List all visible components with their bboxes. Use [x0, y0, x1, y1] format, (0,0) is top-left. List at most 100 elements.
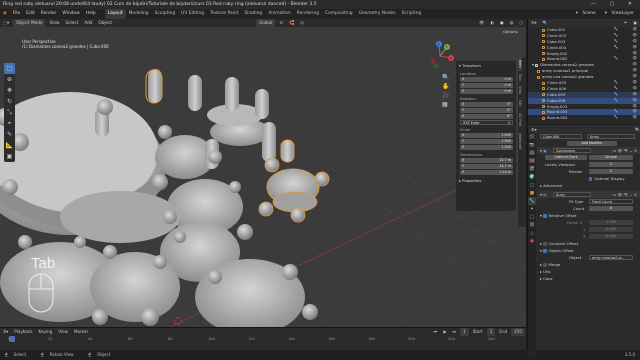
timeline-menu-view[interactable]: View	[55, 328, 71, 336]
transform-header[interactable]: ▾ Transform	[456, 61, 516, 70]
transform-orientation-dropdown[interactable]: Global	[256, 19, 276, 27]
timeline-menu-keying[interactable]: Keying	[36, 328, 56, 336]
constant-offset-checkbox[interactable]	[543, 242, 547, 246]
menu-edit[interactable]: Edit	[23, 9, 38, 19]
annotate-icon[interactable]: ✎	[4, 129, 15, 140]
sidebar-tab-item[interactable]: Item	[518, 57, 522, 71]
location-x-field[interactable]: X 0 m	[460, 77, 513, 82]
rotate-icon[interactable]: ↻	[4, 96, 15, 107]
transform-icon[interactable]: ⌖	[4, 118, 15, 129]
gem-setting-7[interactable]	[60, 191, 180, 243]
location-y-field[interactable]: Y 0 m	[460, 83, 513, 88]
zoom-icon[interactable]: 🔍	[442, 73, 449, 82]
object-tab-icon[interactable]: ■	[528, 189, 536, 197]
physics-tab-icon[interactable]: ◯	[528, 213, 536, 221]
uvs-subpanel[interactable]: ▸ UVs	[537, 268, 640, 275]
sidebar-tab-jewelcraft[interactable]: Jewelcraft	[518, 130, 522, 153]
offset-object-field[interactable]: array coronas2 pr...	[589, 255, 633, 260]
shading-solid-icon[interactable]: ●	[497, 19, 507, 27]
snap-icon[interactable]: 🧲	[286, 19, 297, 27]
render-levels-field[interactable]: 2	[589, 169, 633, 174]
outliner-filter-icon[interactable]: ⏷	[621, 19, 630, 27]
menu-file[interactable]: File	[10, 9, 23, 19]
sidebar-tab-3d-print[interactable]: 3D Print	[518, 110, 522, 130]
object-offset-checkbox[interactable]	[543, 249, 547, 253]
modifier-name-field[interactable]: Array	[587, 134, 635, 139]
workspace-tab-texture-paint[interactable]: Texture Paint	[207, 9, 241, 19]
factor-z-field[interactable]: 0.000	[589, 234, 633, 239]
catmull-clark-button[interactable]: Catmull-Clark	[545, 155, 587, 160]
fit-type-dropdown[interactable]: Fixed Count	[589, 199, 633, 204]
tool-tab-icon[interactable]: 🛠	[528, 133, 536, 141]
workspace-tab-compositing[interactable]: Compositing	[322, 9, 356, 19]
pivot-icon[interactable]: ⊙	[276, 19, 286, 27]
location-z-field[interactable]: Z 0 m	[460, 89, 513, 94]
render-tab-icon[interactable]: 📷	[528, 141, 536, 149]
relative-offset-subpanel[interactable]: ▾ Relative Offset	[537, 212, 640, 219]
dimensions-y-field[interactable]: Y 13.7 m	[460, 164, 513, 169]
proportional-edit-icon[interactable]: ◎	[297, 19, 307, 27]
timeline-menu-marker[interactable]: Marker	[71, 328, 91, 336]
add-cube-icon[interactable]: ▣	[4, 151, 15, 162]
blender-logo-icon[interactable]: ◉	[0, 9, 10, 19]
merge-subpanel[interactable]: ▸ Merge	[537, 261, 640, 268]
object-name-field[interactable]: Cube.006	[540, 134, 582, 139]
viewport-scene[interactable]	[0, 27, 526, 327]
jump-start-icon[interactable]: ⏮	[431, 328, 441, 336]
menu-window[interactable]: Window	[59, 9, 82, 19]
output-tab-icon[interactable]: 🖨	[528, 149, 536, 157]
workspace-tab-modeling[interactable]: Modeling	[126, 9, 152, 19]
start-frame-field[interactable]: 1	[486, 328, 496, 336]
properties-search-icon[interactable]: 🔍	[635, 127, 640, 132]
eye-icon[interactable]: 👁	[632, 115, 637, 121]
constant-offset-subpanel[interactable]: ▸ Constant Offset	[537, 240, 640, 247]
subdivision-name-field[interactable]: Subdivision	[553, 148, 591, 153]
view-layer-tab-icon[interactable]: 🖼	[528, 157, 536, 165]
jump-end-icon[interactable]: ⏭	[449, 328, 459, 336]
advanced-subpanel[interactable]: ▸ Advanced	[537, 182, 640, 189]
visibility-icon[interactable]: 👁	[476, 19, 487, 27]
cursor-icon[interactable]: ⊕	[4, 74, 15, 85]
select-box-icon[interactable]: ⬚	[4, 63, 15, 74]
timeline[interactable]: ⏱▾ Playback Keying View Marker ⏮ ▶ ⏭ 1 S…	[0, 327, 526, 350]
array-modifier-header[interactable]: ▾ ▤ Array ▭ 👁 📷 ⌄ ✕	[537, 191, 640, 198]
3d-viewport[interactable]: User Perspective (1) Diamantes corona2 g…	[0, 27, 526, 327]
dimensions-z-field[interactable]: Z 1.24 m	[460, 170, 513, 175]
simple-button[interactable]: Simple	[589, 155, 633, 160]
add-modifier-button[interactable]: Add Modifier	[567, 141, 617, 146]
caps-subpanel[interactable]: ▸ Caps	[537, 275, 640, 282]
subdivision-modifier-header[interactable]: ▾ ▣ Subdivision ▭ 👁 📷 ⌄ ✕	[537, 147, 640, 154]
shading-rendered-icon[interactable]: ○	[516, 19, 526, 27]
menu-render[interactable]: Render	[38, 9, 60, 19]
relative-offset-checkbox[interactable]	[543, 214, 547, 218]
dimensions-x-field[interactable]: X 13.7 m	[460, 158, 513, 163]
rotation-mode-dropdown[interactable]: XYZ Euler ▾	[460, 120, 513, 125]
scene-selector[interactable]: ▾ Scene	[573, 9, 602, 19]
sidebar-tab-edit[interactable]: Edit	[518, 97, 522, 110]
viewport-menu-add[interactable]: Add	[81, 19, 95, 27]
camera-icon[interactable]: 🎥	[442, 91, 449, 100]
new-collection-icon[interactable]: ▣	[630, 19, 640, 27]
scale-x-field[interactable]: X 1.000	[460, 133, 513, 138]
sidebar-tab-view[interactable]: View	[518, 83, 522, 97]
scale-y-field[interactable]: Y 1.000	[460, 139, 513, 144]
playhead[interactable]	[9, 336, 15, 342]
navigation-gizmo[interactable]: X Y Z	[425, 41, 455, 71]
move-icon[interactable]: ✥	[4, 85, 15, 96]
constraints-tab-icon[interactable]: ⛓	[528, 221, 536, 229]
menu-help[interactable]: Help	[83, 9, 99, 19]
optimal-display-checkbox[interactable]: Optimal Display	[589, 175, 625, 182]
modifier-tab-icon[interactable]: 🔧	[528, 197, 536, 205]
timeline-editor-icon[interactable]: ⏱▾	[0, 328, 11, 336]
count-field[interactable]: 8	[589, 206, 633, 211]
collection-tab-icon[interactable]: ▢	[528, 181, 536, 189]
properties-header[interactable]: ▸ Properties	[456, 176, 516, 185]
object-offset-subpanel[interactable]: ▾ Object Offset	[537, 247, 640, 254]
rotation-y-field[interactable]: Y 0°	[460, 108, 513, 113]
material-tab-icon[interactable]: ●	[528, 237, 536, 245]
pan-hand-icon[interactable]: ✋	[442, 82, 449, 91]
properties-editor-icon[interactable]: ⚙▾	[531, 127, 537, 132]
scene-tab-icon[interactable]: 🎬	[528, 165, 536, 173]
workspace-tab-sculpting[interactable]: Sculpting	[152, 9, 179, 19]
outliner-editor-icon[interactable]: ☰▾	[528, 19, 540, 27]
